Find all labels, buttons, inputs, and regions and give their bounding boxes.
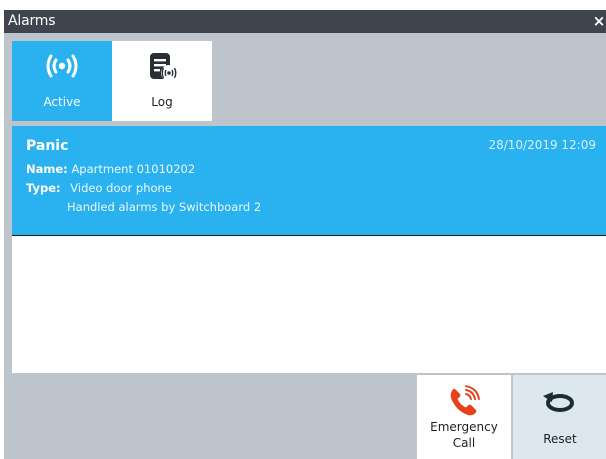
title-bar: Alarms × <box>4 10 606 33</box>
alarm-type-value: Video door phone <box>70 181 172 195</box>
alarm-name-label: Name: <box>26 162 68 176</box>
alarm-type-label: Type: <box>26 181 61 195</box>
emergency-call-button[interactable]: Emergency Call <box>417 375 511 459</box>
alarm-signal-icon <box>12 51 112 81</box>
log-document-icon <box>112 51 212 81</box>
emergency-call-label: Emergency Call <box>417 419 511 451</box>
reset-arrow-icon <box>513 385 606 417</box>
tab-bar: Active Log <box>12 41 212 121</box>
alarm-name-value: Apartment 01010202 <box>71 162 196 176</box>
emergency-call-label-line1: Emergency <box>430 420 498 434</box>
window-title: Alarms <box>8 13 56 29</box>
tab-log-label: Log <box>151 95 173 109</box>
alarm-timestamp: 28/10/2019 12:09 <box>488 138 596 152</box>
alarm-extra-line: Handled alarms by Switchboard 2 <box>26 200 261 214</box>
alarm-list-item[interactable]: Panic 28/10/2019 12:09 Name: Apartment 0… <box>12 126 606 236</box>
alarm-title: Panic <box>26 138 69 154</box>
alarm-list: Panic 28/10/2019 12:09 Name: Apartment 0… <box>12 126 606 373</box>
tab-log[interactable]: Log <box>112 41 212 121</box>
tab-active-label: Active <box>43 95 81 109</box>
emergency-call-label-line2: Call <box>452 436 476 450</box>
alarms-window: Alarms × Active Log Panic 28/10/2019 12:… <box>4 10 606 459</box>
alarm-name-line: Name: Apartment 01010202 <box>26 162 195 176</box>
reset-label: Reset <box>543 432 577 446</box>
reset-button[interactable]: Reset <box>513 375 606 459</box>
tab-active[interactable]: Active <box>12 41 112 121</box>
phone-call-icon <box>417 385 511 417</box>
close-icon[interactable]: × <box>592 10 606 33</box>
alarm-type-line: Type: Video door phone <box>26 181 172 195</box>
alarm-handled-text: Handled alarms by Switchboard 2 <box>67 200 262 214</box>
